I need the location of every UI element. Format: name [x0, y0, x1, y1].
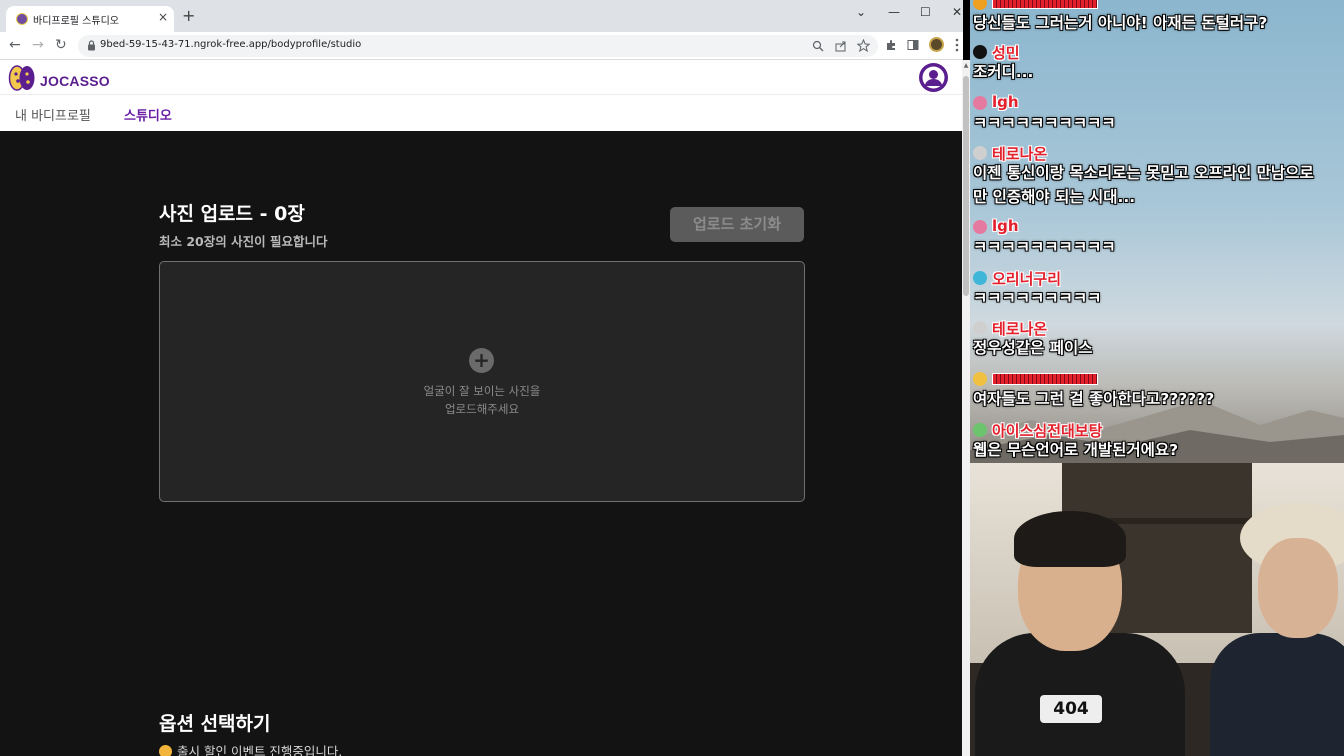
tab-strip: 바디프로필 스튜디오 × + ⌄ — ☐ ✕ [0, 0, 963, 32]
upload-title: 사진 업로드 - 0장 [159, 203, 305, 225]
chat-message: 정우성같은 페이스 [973, 339, 1093, 357]
back-icon[interactable]: ← [9, 37, 21, 53]
chat-message: ㅋㅋㅋㅋㅋㅋㅋㅋㅋㅋ [973, 238, 1116, 256]
chat-username-text: 오리너구리 [992, 270, 1062, 288]
chat-username-text: 테로나온 [992, 320, 1048, 338]
tab-close-icon[interactable]: × [158, 10, 168, 24]
profile-icon[interactable] [929, 37, 944, 52]
chat-username-text: lgh [992, 217, 1019, 235]
chat-badge-icon [973, 372, 987, 386]
chat-badge-icon [973, 96, 987, 110]
smile-emoji-icon [159, 745, 172, 756]
studio-content: 사진 업로드 - 0장 최소 20장의 사진이 필요합니다 업로드 초기화 + … [0, 131, 963, 756]
streamer-1-hair [1014, 511, 1126, 567]
scroll-thumb[interactable] [963, 76, 969, 296]
chat-username-bar [992, 373, 1098, 385]
close-window-icon[interactable]: ✕ [952, 5, 962, 19]
chat-username-text: 성민 [992, 44, 1020, 62]
app-nav: 내 바디프로필 스튜디오 [0, 95, 963, 131]
chat-message: ㅋㅋㅋㅋㅋㅋㅋㅋㅋ [973, 289, 1102, 307]
chat-badge-icon [973, 271, 987, 285]
chat-badge-icon [973, 220, 987, 234]
url-text[interactable]: 9bed-59-15-43-71.ngrok-free.app/bodyprof… [100, 39, 361, 50]
chat-message: 당신들도 그러는거 아니야! 아재든 돈털러구? [973, 14, 1268, 32]
user-avatar-icon[interactable] [919, 63, 948, 92]
browser-tab[interactable]: 바디프로필 스튜디오 × [6, 6, 174, 32]
add-photo-icon[interactable]: + [469, 348, 494, 373]
nav-studio[interactable]: 스튜디오 [124, 105, 172, 124]
chat-message: ㅋㅋㅋㅋㅋㅋㅋㅋㅋㅋ [973, 114, 1116, 132]
reset-upload-button[interactable]: 업로드 초기화 [670, 207, 804, 242]
share-icon[interactable] [835, 40, 847, 52]
extensions-icon[interactable] [885, 39, 897, 51]
upload-subtitle: 최소 20장의 사진이 필요합니다 [159, 234, 328, 249]
page-scrollbar[interactable]: ▲ [962, 60, 970, 756]
webcam-feed: 404 [970, 463, 1344, 756]
tab-search-icon[interactable]: ⌄ [856, 5, 866, 19]
chat-message-continued: 만 인증해야 되는 시대... [973, 188, 1136, 206]
chat-message: 이젠 통신이랑 목소리로는 못믿고 오프라인 만남으로 [973, 164, 1314, 182]
chat-message: 여자들도 그런 걸 좋아한다고?????? [973, 390, 1215, 408]
options-title: 옵션 선택하기 [159, 713, 271, 735]
favicon-icon [16, 13, 28, 25]
chat-username-bar [992, 0, 1098, 9]
logo-text[interactable]: JOCASSO [40, 73, 110, 89]
bookmark-star-icon[interactable] [857, 39, 870, 52]
maximize-icon[interactable]: ☐ [920, 5, 931, 19]
browser-toolbar: ← → ↻ 9bed-59-15-43-71.ngrok-free.app/bo… [0, 32, 963, 60]
minimize-icon[interactable]: — [888, 5, 900, 19]
streamer-2-face [1258, 538, 1338, 638]
chat-badge-icon [973, 146, 987, 160]
app-header: JOCASSO [0, 60, 963, 95]
nav-my-bodyprofile[interactable]: 내 바디프로필 [15, 105, 91, 124]
address-bar[interactable]: 9bed-59-15-43-71.ngrok-free.app/bodyprof… [78, 35, 878, 57]
chat-badge-icon [973, 321, 987, 335]
stream-overlay: 당신들도 그러는거 아니야! 아재든 돈털러구? 성민 조커디... lgh ㅋㅋㅋㅋㅋ… [970, 0, 1344, 756]
menu-icon[interactable] [955, 38, 959, 52]
promo-text: 출시 할인 이벤트 진행중입니다. [159, 741, 342, 756]
chat-username-text: lgh [992, 93, 1019, 111]
zoom-icon[interactable] [812, 40, 824, 52]
dropzone-hint-line1: 얼굴이 잘 보이는 사진을 [423, 384, 541, 398]
reload-icon[interactable]: ↻ [55, 37, 67, 53]
tab-title: 바디프로필 스튜디오 [33, 16, 119, 27]
forward-icon[interactable]: → [32, 37, 44, 53]
browser-window: 바디프로필 스튜디오 × + ⌄ — ☐ ✕ ← → ↻ 9bed-59-15-… [0, 0, 963, 756]
chat-message: 조커디... [973, 63, 1034, 81]
lock-icon[interactable] [87, 40, 96, 51]
chat-badge-icon [973, 45, 987, 59]
scroll-up-icon[interactable]: ▲ [962, 62, 970, 69]
photo-dropzone[interactable]: + 얼굴이 잘 보이는 사진을 업로드해주세요 [159, 261, 805, 502]
streamer-2-body [1210, 633, 1344, 756]
promo-label: 출시 할인 이벤트 진행중입니다. [177, 744, 343, 756]
dropzone-hint-line2: 업로드해주세요 [444, 402, 520, 416]
new-tab-button[interactable]: + [182, 7, 195, 25]
sidepanel-icon[interactable] [907, 39, 919, 51]
jocasso-logo-icon[interactable] [8, 64, 36, 92]
chat-username-text: 테로나온 [992, 145, 1048, 163]
chat-username-text: 아이스심전대보탕 [992, 422, 1103, 440]
chat-message: 웹은 무슨언어로 개발된거에요? [973, 441, 1179, 459]
chat-badge-icon [973, 423, 987, 437]
shirt-404-logo: 404 [1040, 695, 1102, 723]
